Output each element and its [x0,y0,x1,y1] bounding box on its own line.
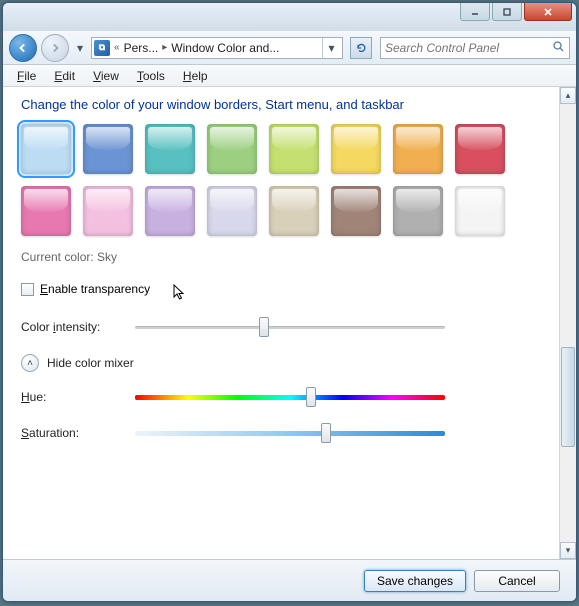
breadcrumb-window-color[interactable]: Window Color and... [171,41,279,55]
saturation-label: Saturation: [21,426,127,440]
menu-file[interactable]: File [9,67,44,85]
current-color-label: Current color: [21,250,94,264]
chevron-up-icon: ˄ [21,354,39,372]
menu-help[interactable]: Help [175,67,216,85]
refresh-button[interactable] [350,37,372,59]
swatch-slate[interactable] [393,186,443,236]
titlebar [3,3,576,31]
control-panel-icon: ⧉ [94,40,110,56]
current-color-value: Sky [97,250,117,264]
color-swatch-grid [21,124,541,236]
history-dropdown[interactable]: ▾ [73,38,87,58]
menu-view[interactable]: View [85,67,127,85]
control-panel-window: ▾ ⧉ « Pers... ▸ Window Color and... ▾ Fi… [2,2,577,602]
chevron-right-icon: ▸ [160,42,169,53]
swatch-sea[interactable] [145,124,195,174]
hue-label: Hue: [21,390,127,404]
swatch-violet[interactable] [145,186,195,236]
saturation-slider[interactable] [135,424,445,442]
intensity-slider[interactable] [135,318,445,336]
vertical-scrollbar[interactable]: ▴ ▾ [559,87,576,559]
breadcrumb-personalization[interactable]: Pers... [124,41,159,55]
cursor-icon [173,284,187,302]
swatch-chocolate[interactable] [331,186,381,236]
scroll-down-button[interactable]: ▾ [560,542,576,559]
hue-slider[interactable] [135,388,445,406]
scrollbar-thumb[interactable] [561,347,575,447]
swatch-lavender[interactable] [207,186,257,236]
cancel-button[interactable]: Cancel [474,570,560,592]
search-icon[interactable] [552,40,565,56]
intensity-thumb[interactable] [259,317,269,337]
current-color-row: Current color: Sky [21,250,541,264]
hue-thumb[interactable] [306,387,316,407]
maximize-button[interactable] [492,3,522,21]
swatch-frost[interactable] [455,186,505,236]
content-area: Change the color of your window borders,… [3,87,559,559]
menu-edit[interactable]: Edit [46,67,83,85]
navigation-bar: ▾ ⧉ « Pers... ▸ Window Color and... ▾ [3,31,576,65]
swatch-lime[interactable] [269,124,319,174]
menu-tools[interactable]: Tools [129,67,173,85]
search-box[interactable] [380,37,570,59]
address-bar[interactable]: ⧉ « Pers... ▸ Window Color and... ▾ [91,37,343,59]
swatch-blush[interactable] [83,186,133,236]
menu-file-label: ile [24,69,36,83]
intensity-label: Color intensity: [21,320,127,334]
transparency-checkbox[interactable] [21,283,34,296]
back-button[interactable] [9,34,37,62]
swatch-sky[interactable] [21,124,71,174]
saturation-thumb[interactable] [321,423,331,443]
intensity-row: Color intensity: [21,318,541,336]
swatch-ruby[interactable] [455,124,505,174]
swatch-pumpkin[interactable] [393,124,443,174]
save-changes-button[interactable]: Save changes [364,570,466,592]
minimize-button[interactable] [460,3,490,21]
footer-bar: Save changes Cancel [3,559,576,601]
transparency-label[interactable]: Enable transparency [40,282,150,296]
search-input[interactable] [385,41,552,55]
hue-row: Hue: [21,388,541,406]
swatch-leaf[interactable] [207,124,257,174]
saturation-row: Saturation: [21,424,541,442]
menu-bar: File Edit View Tools Help [3,65,576,87]
address-dropdown[interactable]: ▾ [322,38,340,58]
swatch-twilight[interactable] [83,124,133,174]
crumb-prefix: « [112,42,122,53]
swatch-fuchsia[interactable] [21,186,71,236]
transparency-row: Enable transparency [21,282,541,296]
close-button[interactable] [524,3,572,21]
scroll-up-button[interactable]: ▴ [560,87,576,104]
forward-button[interactable] [41,34,69,62]
swatch-taupe[interactable] [269,186,319,236]
mixer-label: Hide color mixer [47,356,134,370]
page-heading: Change the color of your window borders,… [21,97,541,112]
swatch-sun[interactable] [331,124,381,174]
color-mixer-toggle[interactable]: ˄ Hide color mixer [21,354,541,372]
